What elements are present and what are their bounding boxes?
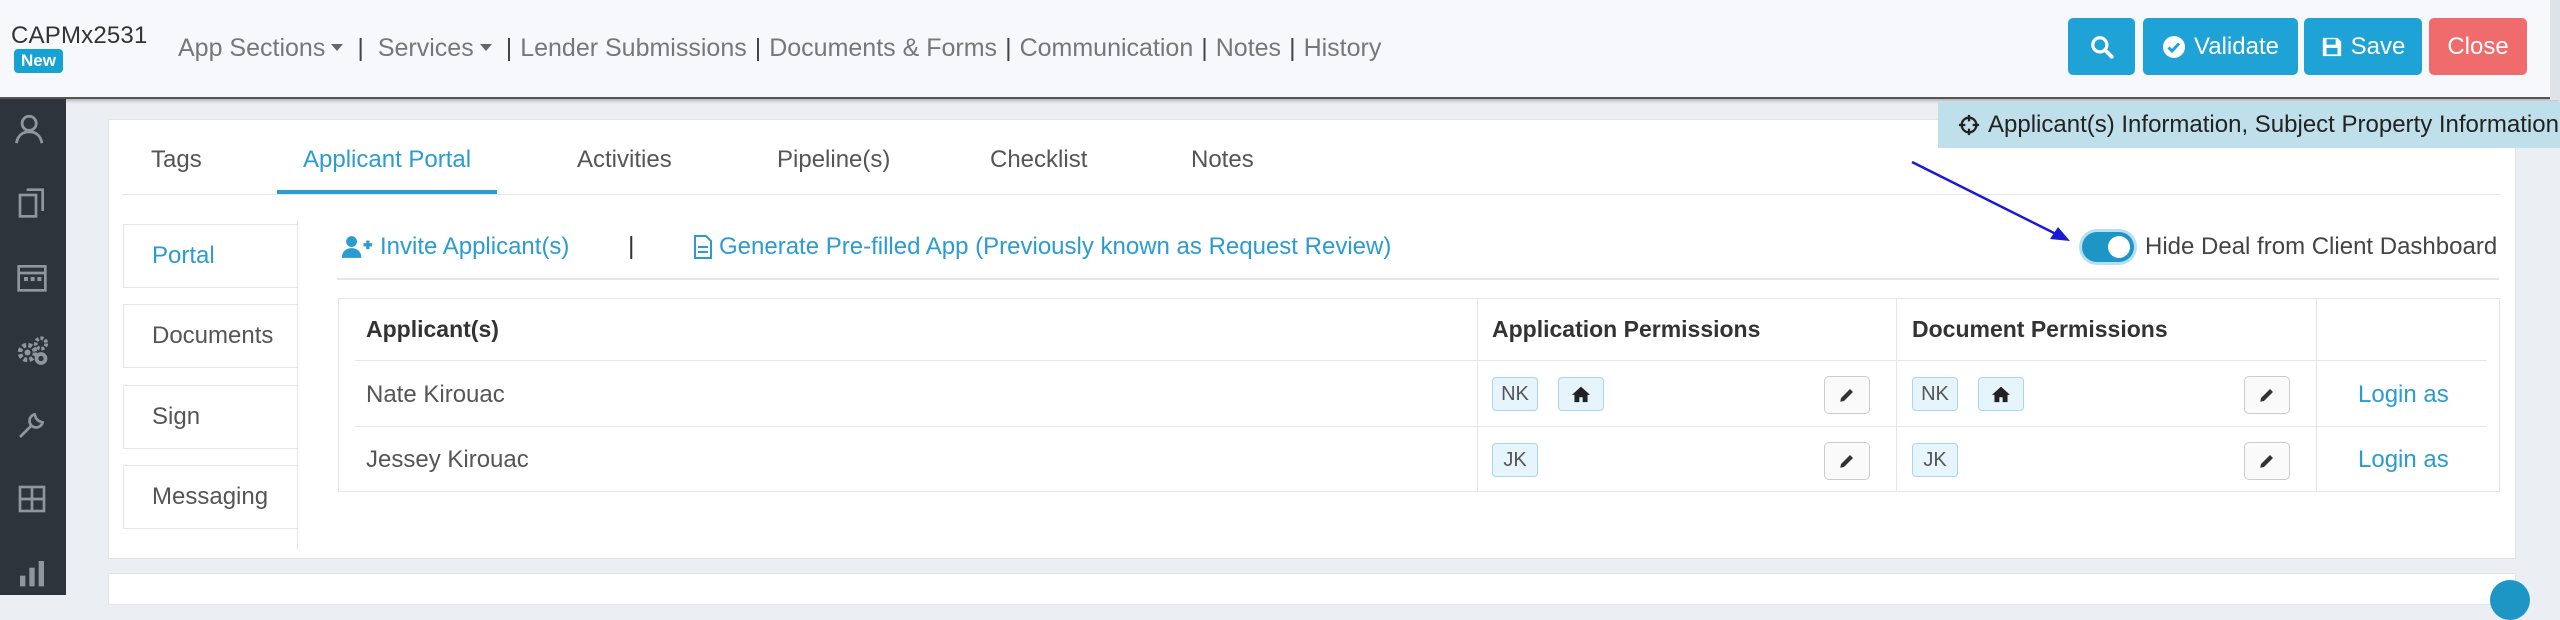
invite-applicants-link[interactable]: Invite Applicant(s) [340, 233, 569, 261]
doc-permission-initials[interactable]: NK [1912, 377, 1958, 411]
app-permission-initials[interactable]: NK [1492, 377, 1538, 411]
search-icon [2090, 35, 2114, 59]
header-application-permissions: Application Permissions [1492, 316, 1761, 342]
tab-notes[interactable]: Notes [1191, 146, 1254, 174]
search-button[interactable] [2068, 18, 2135, 75]
doc-permission-home[interactable] [1978, 377, 2024, 411]
header-applicants: Applicant(s) [366, 316, 499, 342]
pencil-icon [2260, 389, 2273, 402]
tab-applicant-portal[interactable]: Applicant Portal [303, 146, 471, 174]
wrench-icon[interactable] [12, 405, 52, 445]
nav-app-sections[interactable]: App Sections [178, 34, 344, 63]
nav-lender-submissions[interactable]: Lender Submissions [520, 34, 747, 63]
side-tab-portal[interactable]: Portal [123, 224, 297, 288]
nav-documents-forms[interactable]: Documents & Forms [769, 34, 997, 63]
caret-down-icon [331, 43, 344, 51]
header-document-permissions: Document Permissions [1912, 316, 2168, 342]
home-icon [1992, 386, 2010, 403]
action-separator: | [628, 232, 635, 260]
annotation-arrow [1911, 160, 2070, 241]
generate-prefilled-app-link[interactable]: Generate Pre-filled App (Previously know… [693, 233, 1391, 261]
status-badge: New [14, 49, 63, 73]
user-icon[interactable] [12, 109, 52, 149]
app-permission-initials[interactable]: JK [1492, 443, 1538, 477]
login-as-link[interactable]: Login as [2358, 381, 2449, 409]
edit-app-permissions-button[interactable] [1824, 442, 1870, 480]
bar-chart-icon[interactable] [12, 553, 52, 593]
home-icon [1572, 386, 1590, 403]
side-tab-divider [297, 220, 298, 550]
user-plus-icon [341, 236, 373, 258]
calculator-icon[interactable] [12, 479, 52, 519]
nav-communication[interactable]: Communication [1020, 34, 1194, 63]
tab-checklist[interactable]: Checklist [990, 146, 1087, 174]
applicants-table [338, 298, 2500, 492]
document-icon [694, 235, 712, 259]
check-circle-icon [2163, 35, 2186, 58]
edit-doc-permissions-button[interactable] [2244, 376, 2290, 414]
gears-icon[interactable] [12, 331, 52, 371]
app-id: CAPMx2531 [11, 22, 148, 49]
login-as-link[interactable]: Login as [2358, 446, 2449, 474]
left-sidebar [0, 99, 66, 595]
applicant-name: Nate Kirouac [366, 381, 505, 408]
nav-services[interactable]: Services [378, 34, 492, 63]
validate-button[interactable]: Validate [2143, 18, 2298, 75]
active-tab-indicator [277, 190, 497, 194]
brand: CAPMx2531 New [11, 22, 148, 73]
tab-bar: Tags Applicant Portal Activities Pipelin… [122, 130, 2500, 195]
pencil-icon [1840, 455, 1853, 468]
edit-doc-permissions-button[interactable] [2244, 442, 2290, 480]
toggle-knob [2108, 236, 2130, 258]
top-nav: App Sections | Services | Lender Submiss… [178, 34, 1382, 63]
chat-bubble-button[interactable] [2490, 580, 2530, 620]
floppy-disk-icon [2322, 37, 2341, 56]
side-tab-sign[interactable]: Sign [123, 385, 297, 449]
app-permission-home[interactable] [1558, 377, 1604, 411]
hide-deal-toggle[interactable] [2082, 232, 2134, 262]
scrollbar[interactable] [2550, 0, 2560, 100]
save-button[interactable]: Save [2304, 18, 2422, 75]
edit-app-permissions-button[interactable] [1824, 376, 1870, 414]
hide-deal-label: Hide Deal from Client Dashboard [2145, 233, 2498, 260]
caret-down-icon [479, 43, 492, 51]
tab-activities[interactable]: Activities [577, 146, 672, 174]
top-bar: CAPMx2531 New App Sections | Services | … [0, 0, 2560, 99]
side-tab-documents[interactable]: Documents [123, 304, 297, 368]
nav-history[interactable]: History [1304, 34, 1382, 63]
secondary-card [108, 573, 2516, 605]
copy-icon[interactable] [12, 183, 52, 223]
tab-pipelines[interactable]: Pipeline(s) [777, 146, 890, 174]
doc-permission-initials[interactable]: JK [1912, 443, 1958, 477]
pencil-icon [2260, 455, 2273, 468]
action-divider [337, 278, 2499, 280]
tab-tags[interactable]: Tags [151, 146, 202, 174]
calendar-icon[interactable] [12, 257, 52, 297]
side-tab-messaging[interactable]: Messaging [123, 465, 297, 529]
nav-notes[interactable]: Notes [1216, 34, 1281, 63]
pencil-icon [1840, 389, 1853, 402]
close-button[interactable]: Close [2429, 18, 2527, 75]
applicant-name: Jessey Kirouac [366, 446, 529, 473]
